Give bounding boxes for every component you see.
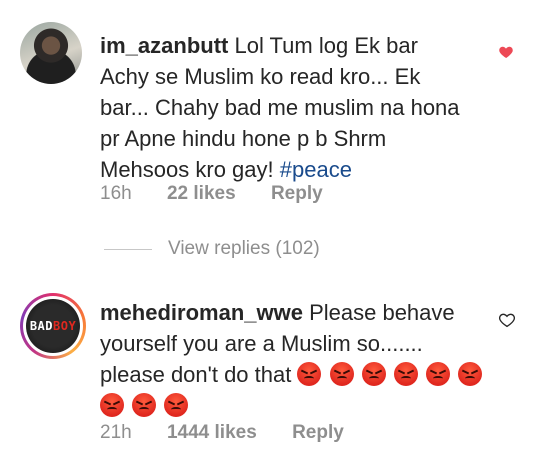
likes-count[interactable]: 1444 likes — [167, 422, 257, 443]
angry-face-emoji — [329, 362, 354, 386]
angry-face-emoji — [425, 362, 450, 386]
heart-icon[interactable] — [498, 44, 514, 60]
heart-outline-icon[interactable] — [498, 311, 516, 329]
hashtag-link[interactable]: #peace — [280, 157, 352, 182]
reply-button[interactable]: Reply — [292, 422, 344, 443]
angry-face-emoji — [458, 362, 483, 386]
reply-button[interactable]: Reply — [271, 183, 323, 204]
comment-time: 16h — [100, 183, 132, 204]
likes-count[interactable]: 22 likes — [167, 183, 236, 204]
comment-username[interactable]: mehediroman_wwe — [100, 300, 303, 325]
view-replies-link[interactable]: View replies (102) — [104, 238, 320, 260]
comment-time: 21h — [100, 422, 132, 443]
view-replies-label: View replies (102) — [168, 238, 320, 259]
comment-meta: 16h 22 likes Reply — [100, 183, 353, 205]
avatar: BADBOY — [26, 299, 80, 353]
avatar[interactable] — [20, 22, 82, 84]
comment-text: mehediroman_wwe Please behave yourself y… — [100, 297, 490, 421]
comment-meta: 21h 1444 likes Reply — [100, 422, 374, 444]
angry-face-emoji — [132, 393, 157, 417]
comment-username[interactable]: im_azanbutt — [100, 33, 228, 58]
angry-face-emoji — [361, 362, 386, 386]
divider — [104, 248, 152, 250]
angry-face-emoji — [100, 393, 124, 417]
angry-face-emoji — [393, 362, 418, 386]
avatar-story-ring[interactable]: BADBOY — [20, 293, 86, 359]
comment-text: im_azanbutt Lol Tum log Ek bar Achy se M… — [100, 30, 470, 185]
angry-face-emoji — [297, 362, 322, 386]
avatar-logo-text: BADBOY — [29, 319, 77, 333]
angry-face-emoji — [164, 393, 189, 417]
